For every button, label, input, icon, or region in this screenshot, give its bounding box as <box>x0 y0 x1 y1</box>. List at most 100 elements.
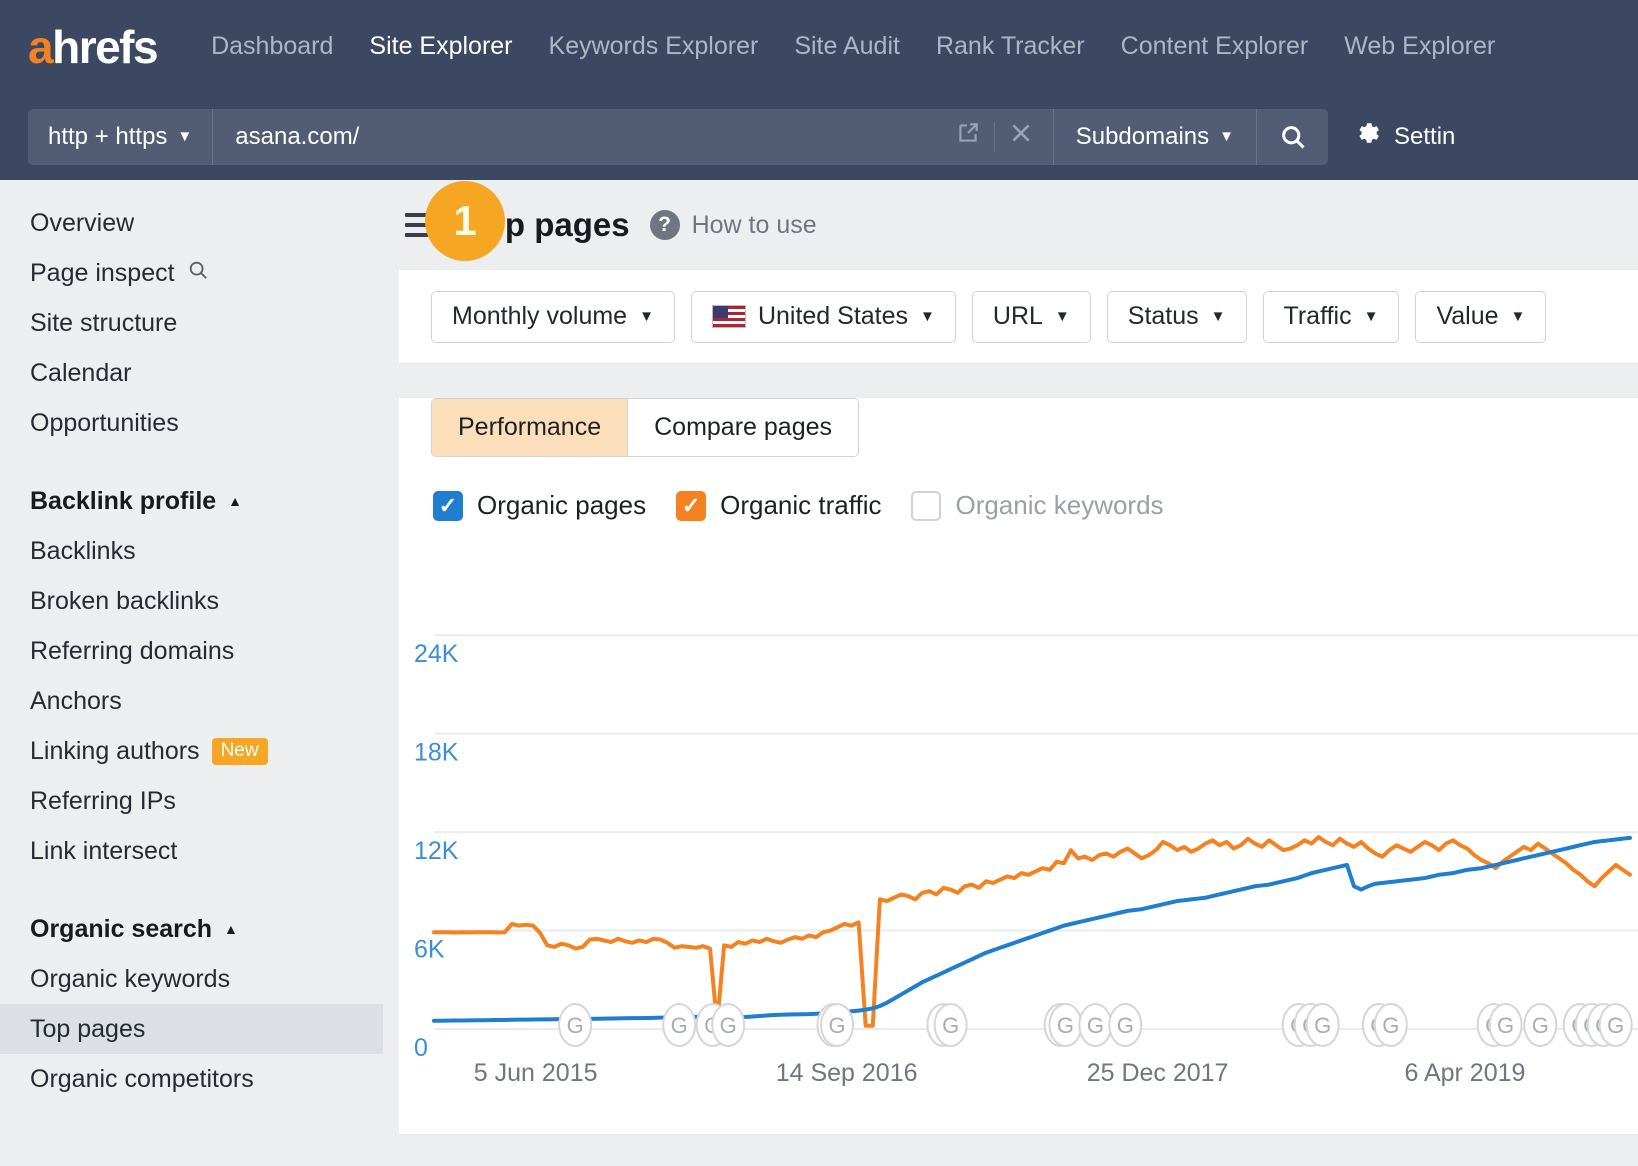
page-body: Overview Page inspect Site structure Cal… <box>0 180 1638 1166</box>
svg-text:G: G <box>1382 1013 1399 1038</box>
sidebar-item-label: Organic competitors <box>30 1065 254 1094</box>
protocol-dropdown[interactable]: http + https ▼ <box>28 109 213 165</box>
tab-performance[interactable]: Performance <box>432 399 627 456</box>
question-mark-icon: ? <box>650 210 680 240</box>
nav-link-rank-tracker[interactable]: Rank Tracker <box>918 32 1103 61</box>
main-nav-links: Dashboard Site Explorer Keywords Explore… <box>193 32 1513 61</box>
settings-button[interactable]: Settin <box>1354 119 1455 154</box>
sidebar-item-calendar[interactable]: Calendar <box>0 348 383 398</box>
filter-label: United States <box>758 302 908 331</box>
chevron-down-icon: ▼ <box>1055 308 1070 325</box>
svg-text:G: G <box>567 1013 584 1038</box>
checkbox-label: Organic pages <box>477 490 646 521</box>
chevron-up-icon: ▲ <box>224 921 238 937</box>
google-update-marker[interactable]: G <box>935 1004 967 1046</box>
ahrefs-logo[interactable]: ahrefs <box>28 20 157 74</box>
nav-link-keywords-explorer[interactable]: Keywords Explorer <box>531 32 777 61</box>
chevron-up-icon: ▲ <box>228 493 242 509</box>
nav-link-site-explorer[interactable]: Site Explorer <box>351 32 530 61</box>
google-update-marker[interactable]: G <box>1600 1004 1632 1046</box>
external-link-icon[interactable] <box>942 120 994 153</box>
search-button[interactable] <box>1256 109 1328 165</box>
nav-link-content-explorer[interactable]: Content Explorer <box>1103 32 1327 61</box>
svg-text:G: G <box>828 1013 845 1038</box>
sidebar-item-label: Link intersect <box>30 837 177 866</box>
subdomains-dropdown[interactable]: Subdomains ▼ <box>1053 109 1256 165</box>
sidebar-item-label: Linking authors <box>30 737 200 766</box>
sidebar-item-label: Anchors <box>30 687 122 716</box>
filter-monthly-volume[interactable]: Monthly volume ▼ <box>431 291 675 343</box>
google-update-marker[interactable]: G <box>559 1004 591 1046</box>
google-update-marker[interactable]: G <box>1490 1004 1522 1046</box>
how-to-use-label: How to use <box>692 211 817 240</box>
filter-label: Monthly volume <box>452 302 627 331</box>
protocol-label: http + https <box>48 123 167 151</box>
close-icon[interactable] <box>995 120 1047 153</box>
sidebar-item-site-structure[interactable]: Site structure <box>0 298 383 348</box>
nav-link-web-explorer[interactable]: Web Explorer <box>1326 32 1513 61</box>
google-update-marker[interactable]: G <box>1049 1004 1081 1046</box>
content-header: Top pages ? How to use <box>383 180 1638 270</box>
filter-country[interactable]: United States ▼ <box>691 291 956 343</box>
sidebar-item-opportunities[interactable]: Opportunities <box>0 398 383 448</box>
logo-a: a <box>28 20 52 74</box>
filter-status[interactable]: Status ▼ <box>1107 291 1247 343</box>
google-update-marker[interactable]: G <box>663 1004 695 1046</box>
filter-traffic[interactable]: Traffic ▼ <box>1263 291 1400 343</box>
google-update-marker[interactable]: G <box>1079 1004 1111 1046</box>
google-update-marker[interactable]: G <box>821 1004 853 1046</box>
url-input[interactable]: asana.com/ <box>213 109 941 165</box>
nav-link-dashboard[interactable]: Dashboard <box>193 32 351 61</box>
chevron-down-icon: ▼ <box>639 308 654 325</box>
sidebar-item-referring-domains[interactable]: Referring domains <box>0 626 383 676</box>
sidebar-item-page-inspect[interactable]: Page inspect <box>0 248 383 298</box>
google-update-marker[interactable]: G <box>1109 1004 1141 1046</box>
sidebar-item-organic-competitors[interactable]: Organic competitors <box>0 1054 383 1104</box>
checkbox-label: Organic traffic <box>720 490 881 521</box>
sidebar-item-top-pages[interactable]: Top pages <box>0 1004 383 1054</box>
sidebar-item-organic-keywords[interactable]: Organic keywords <box>0 954 383 1004</box>
filter-panel: Monthly volume ▼ United States ▼ URL ▼ S… <box>399 270 1638 364</box>
sidebar-item-overview[interactable]: Overview <box>0 198 383 248</box>
top-navigation-bar: ahrefs Dashboard Site Explorer Keywords … <box>0 0 1638 93</box>
sidebar-item-referring-ips[interactable]: Referring IPs <box>0 776 383 826</box>
new-badge: New <box>212 738 268 765</box>
chart-svg: 06K12K18K24KGGGGGGGGGGGGGGGGGGGGGGGG5 Ju… <box>399 581 1638 1134</box>
google-update-marker[interactable]: G <box>1307 1004 1339 1046</box>
nav-link-site-audit[interactable]: Site Audit <box>776 32 918 61</box>
checkbox-organic-traffic[interactable]: ✓ Organic traffic <box>676 490 881 521</box>
sidebar-group-organic-search[interactable]: Organic search ▲ <box>0 904 383 954</box>
chart-tabs: Performance Compare pages <box>431 398 859 457</box>
y-axis-tick-label: 24K <box>414 640 459 668</box>
performance-chart[interactable]: 06K12K18K24KGGGGGGGGGGGGGGGGGGGGGGGG5 Ju… <box>399 581 1638 1134</box>
svg-text:G: G <box>671 1013 688 1038</box>
google-update-marker[interactable]: G <box>1375 1004 1407 1046</box>
checkbox-organic-pages[interactable]: ✓ Organic pages <box>433 490 646 521</box>
sidebar-item-linking-authors[interactable]: Linking authors New <box>0 726 383 776</box>
gear-icon <box>1354 119 1382 154</box>
search-icon <box>187 259 209 288</box>
google-update-marker[interactable]: G <box>1524 1004 1556 1046</box>
y-axis-tick-label: 6K <box>414 936 445 964</box>
x-axis-tick-label: 5 Jun 2015 <box>474 1059 598 1087</box>
sidebar-group-backlink-profile[interactable]: Backlink profile ▲ <box>0 476 383 526</box>
google-update-marker[interactable]: G <box>712 1004 744 1046</box>
sidebar-item-label: Opportunities <box>30 409 179 438</box>
svg-text:G: G <box>1117 1013 1134 1038</box>
how-to-use-link[interactable]: ? How to use <box>650 210 817 240</box>
filter-label: Status <box>1128 302 1199 331</box>
svg-text:G: G <box>1087 1013 1104 1038</box>
sidebar-item-anchors[interactable]: Anchors <box>0 676 383 726</box>
sidebar-item-broken-backlinks[interactable]: Broken backlinks <box>0 576 383 626</box>
filter-value[interactable]: Value ▼ <box>1415 291 1546 343</box>
tab-compare-pages[interactable]: Compare pages <box>627 399 858 456</box>
y-axis-tick-label: 0 <box>414 1034 428 1062</box>
sidebar-item-link-intersect[interactable]: Link intersect <box>0 826 383 876</box>
sidebar-item-backlinks[interactable]: Backlinks <box>0 526 383 576</box>
checkbox-unchecked-icon <box>911 491 941 521</box>
chevron-down-icon: ▼ <box>177 128 192 145</box>
checkbox-organic-keywords[interactable]: Organic keywords <box>911 490 1163 521</box>
sidebar-item-label: Organic keywords <box>30 965 230 994</box>
filter-url[interactable]: URL ▼ <box>972 291 1091 343</box>
svg-text:G: G <box>1314 1013 1331 1038</box>
